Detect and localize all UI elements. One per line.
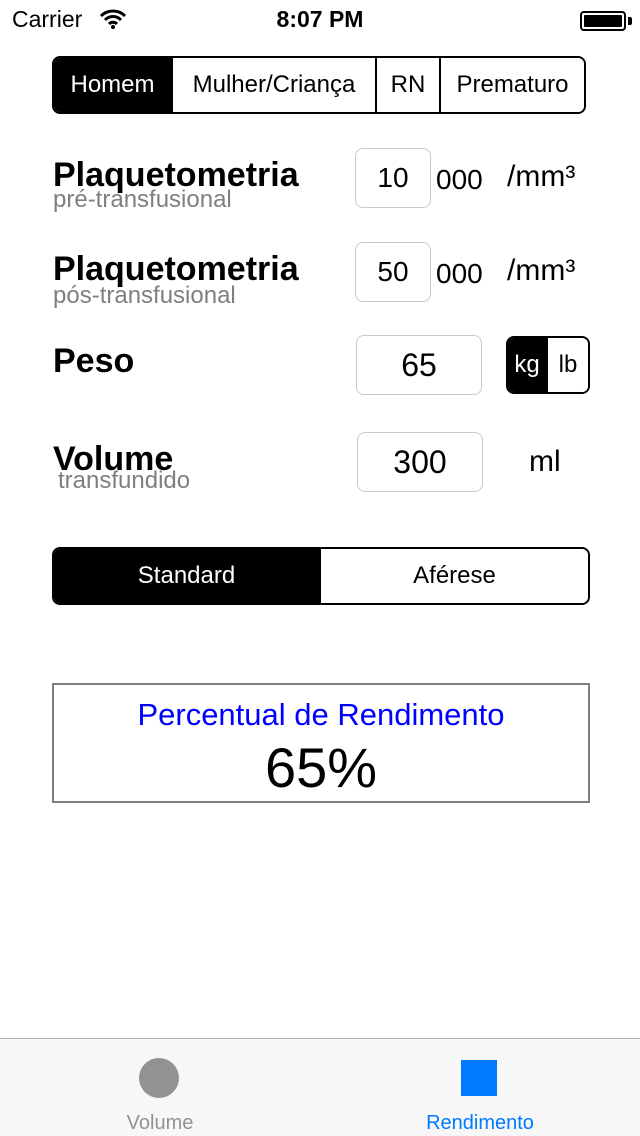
patient-type-segmented-control: Homem Mulher/Criança RN Prematuro [52,56,586,114]
segment-lb[interactable]: lb [548,338,588,392]
segment-standard[interactable]: Standard [54,549,321,603]
result-label: Percentual de Rendimento [137,697,505,732]
screen: Carrier 8:07 PM Homem Mulher/Criança RN … [0,0,640,1136]
battery-tip [628,17,632,25]
pre-platelet-suffix: 000 [436,164,483,195]
weight-input[interactable]: 65 [356,335,482,395]
tab-volume[interactable]: Volume [0,1039,320,1136]
segment-rn[interactable]: RN [377,58,441,112]
segment-prematuro[interactable]: Prematuro [441,58,584,112]
pre-platelet-input[interactable]: 10 [355,148,431,208]
post-platelet-suffix: 000 [436,258,483,289]
volume-unit: ml [529,445,561,478]
segment-mulher-crianca[interactable]: Mulher/Criança [173,58,377,112]
post-platelet-input[interactable]: 50 [355,242,431,302]
result-value: 65% [264,736,378,799]
post-platelet-sublabel: pós-transfusional [53,282,236,309]
weight-unit-segmented-control: kg lb [506,336,590,394]
battery-icon [580,11,626,31]
volume-input[interactable]: 300 [357,432,483,492]
platelet-type-segmented-control: Standard Aférese [52,547,590,605]
segment-aferese[interactable]: Aférese [321,549,588,603]
segment-kg[interactable]: kg [508,338,548,392]
volume-sublabel: transfundido [58,467,191,494]
tab-rendimento-label: Rendimento [426,1112,534,1134]
result-panel: Percentual de Rendimento 65% [52,683,590,803]
post-platelet-unit: /mm³ [507,254,576,287]
pre-platelet-sublabel: pré-transfusional [53,186,232,213]
tab-bar: Volume Rendimento [0,1038,640,1136]
weight-label: Peso [53,342,135,380]
pre-platelet-unit: /mm³ [507,160,576,193]
tab-volume-label: Volume [126,1112,194,1134]
circle-icon [139,1058,179,1098]
tab-rendimento[interactable]: Rendimento [320,1039,640,1136]
square-icon [461,1060,497,1096]
status-bar: Carrier 8:07 PM [0,0,640,40]
battery-fill [584,15,622,27]
segment-homem[interactable]: Homem [54,58,173,112]
status-time: 8:07 PM [276,6,364,32]
